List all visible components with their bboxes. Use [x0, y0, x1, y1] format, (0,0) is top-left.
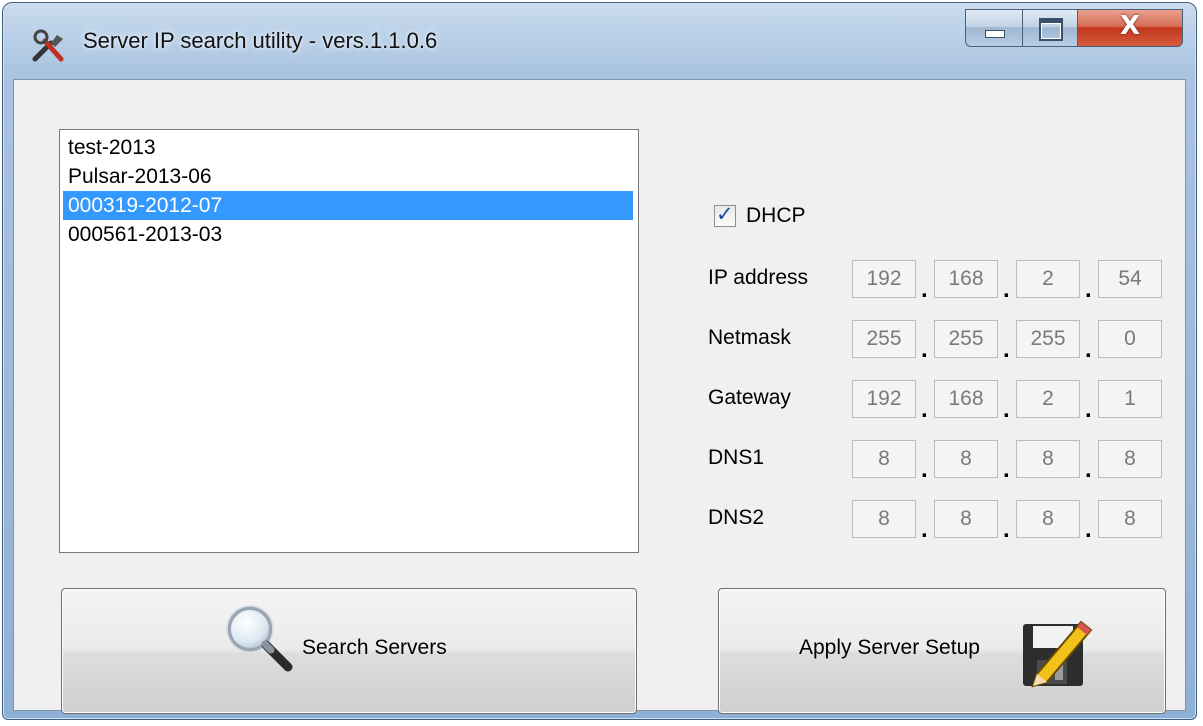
dhcp-checkbox[interactable]: ✓	[714, 202, 736, 227]
netmask-octet-2[interactable]: 255	[934, 320, 998, 358]
netmask-octet-1[interactable]: 255	[852, 320, 916, 358]
netmask-octet-4[interactable]: 0	[1098, 320, 1162, 358]
close-button[interactable]: X	[1077, 9, 1183, 47]
dns1-octet-4[interactable]: 8	[1098, 440, 1162, 478]
netmask-label: Netmask	[708, 326, 791, 349]
apply-server-setup-button[interactable]: Apply Server Setup	[718, 588, 1166, 714]
server-list-item[interactable]: test-2013	[63, 133, 633, 162]
minimize-icon	[985, 30, 1005, 38]
octet-separator: .	[1003, 276, 1010, 303]
ip-address-octet-4[interactable]: 54	[1098, 260, 1162, 298]
window-title: Server IP search utility - vers.1.1.0.6	[83, 28, 438, 53]
apply-server-setup-label: Apply Server Setup	[799, 636, 980, 659]
maximize-button[interactable]	[1022, 9, 1078, 47]
octet-separator: .	[1085, 336, 1092, 363]
gateway-octet-2[interactable]: 168	[934, 380, 998, 418]
octet-separator: .	[1003, 336, 1010, 363]
gateway-octet-3[interactable]: 2	[1016, 380, 1080, 418]
ip-address-octet-3[interactable]: 2	[1016, 260, 1080, 298]
octet-separator: .	[1003, 516, 1010, 543]
checkmark-icon: ✓	[716, 202, 734, 226]
octet-separator: .	[921, 456, 928, 483]
gateway-octet-1[interactable]: 192	[852, 380, 916, 418]
ip-address-octet-1[interactable]: 192	[852, 260, 916, 298]
dns2-octet-1[interactable]: 8	[852, 500, 916, 538]
save-edit-icon	[1023, 620, 1093, 688]
client-area: test-2013 Pulsar-2013-06 000319-2012-07 …	[13, 79, 1186, 714]
close-icon: X	[1119, 11, 1141, 41]
octet-separator: .	[1085, 396, 1092, 423]
dns1-octet-2[interactable]: 8	[934, 440, 998, 478]
minimize-button[interactable]	[965, 9, 1023, 47]
octet-separator: .	[1085, 276, 1092, 303]
dns2-octet-3[interactable]: 8	[1016, 500, 1080, 538]
octet-separator: .	[1003, 456, 1010, 483]
gateway-label: Gateway	[708, 386, 791, 409]
dns2-octet-4[interactable]: 8	[1098, 500, 1162, 538]
dns2-octet-2[interactable]: 8	[934, 500, 998, 538]
dhcp-label: DHCP	[746, 204, 806, 227]
app-window: Server IP search utility - vers.1.1.0.6 …	[2, 2, 1197, 720]
octet-separator: .	[1003, 396, 1010, 423]
dns1-octet-1[interactable]: 8	[852, 440, 916, 478]
octet-separator: .	[1085, 516, 1092, 543]
octet-separator: .	[1085, 456, 1092, 483]
dns2-label: DNS2	[708, 506, 765, 529]
server-list[interactable]: test-2013 Pulsar-2013-06 000319-2012-07 …	[59, 129, 639, 553]
server-list-item[interactable]: 000561-2013-03	[63, 220, 633, 249]
dns1-octet-3[interactable]: 8	[1016, 440, 1080, 478]
search-servers-button[interactable]: Search Servers	[61, 588, 637, 714]
ip-address-label: IP address	[708, 266, 809, 289]
tools-icon	[32, 29, 64, 62]
dns1-label: DNS1	[708, 446, 765, 469]
octet-separator: .	[921, 396, 928, 423]
gateway-octet-4[interactable]: 1	[1098, 380, 1162, 418]
octet-separator: .	[921, 276, 928, 303]
server-list-item[interactable]: Pulsar-2013-06	[63, 162, 633, 191]
ip-address-octet-2[interactable]: 168	[934, 260, 998, 298]
octet-separator: .	[921, 336, 928, 363]
title-bar[interactable]: Server IP search utility - vers.1.1.0.6 …	[3, 3, 1196, 79]
octet-separator: .	[921, 516, 928, 543]
server-list-item-selected[interactable]: 000319-2012-07	[63, 191, 633, 220]
magnifier-icon	[226, 605, 293, 672]
maximize-icon	[1039, 18, 1063, 41]
netmask-octet-3[interactable]: 255	[1016, 320, 1080, 358]
search-servers-label: Search Servers	[302, 636, 447, 659]
